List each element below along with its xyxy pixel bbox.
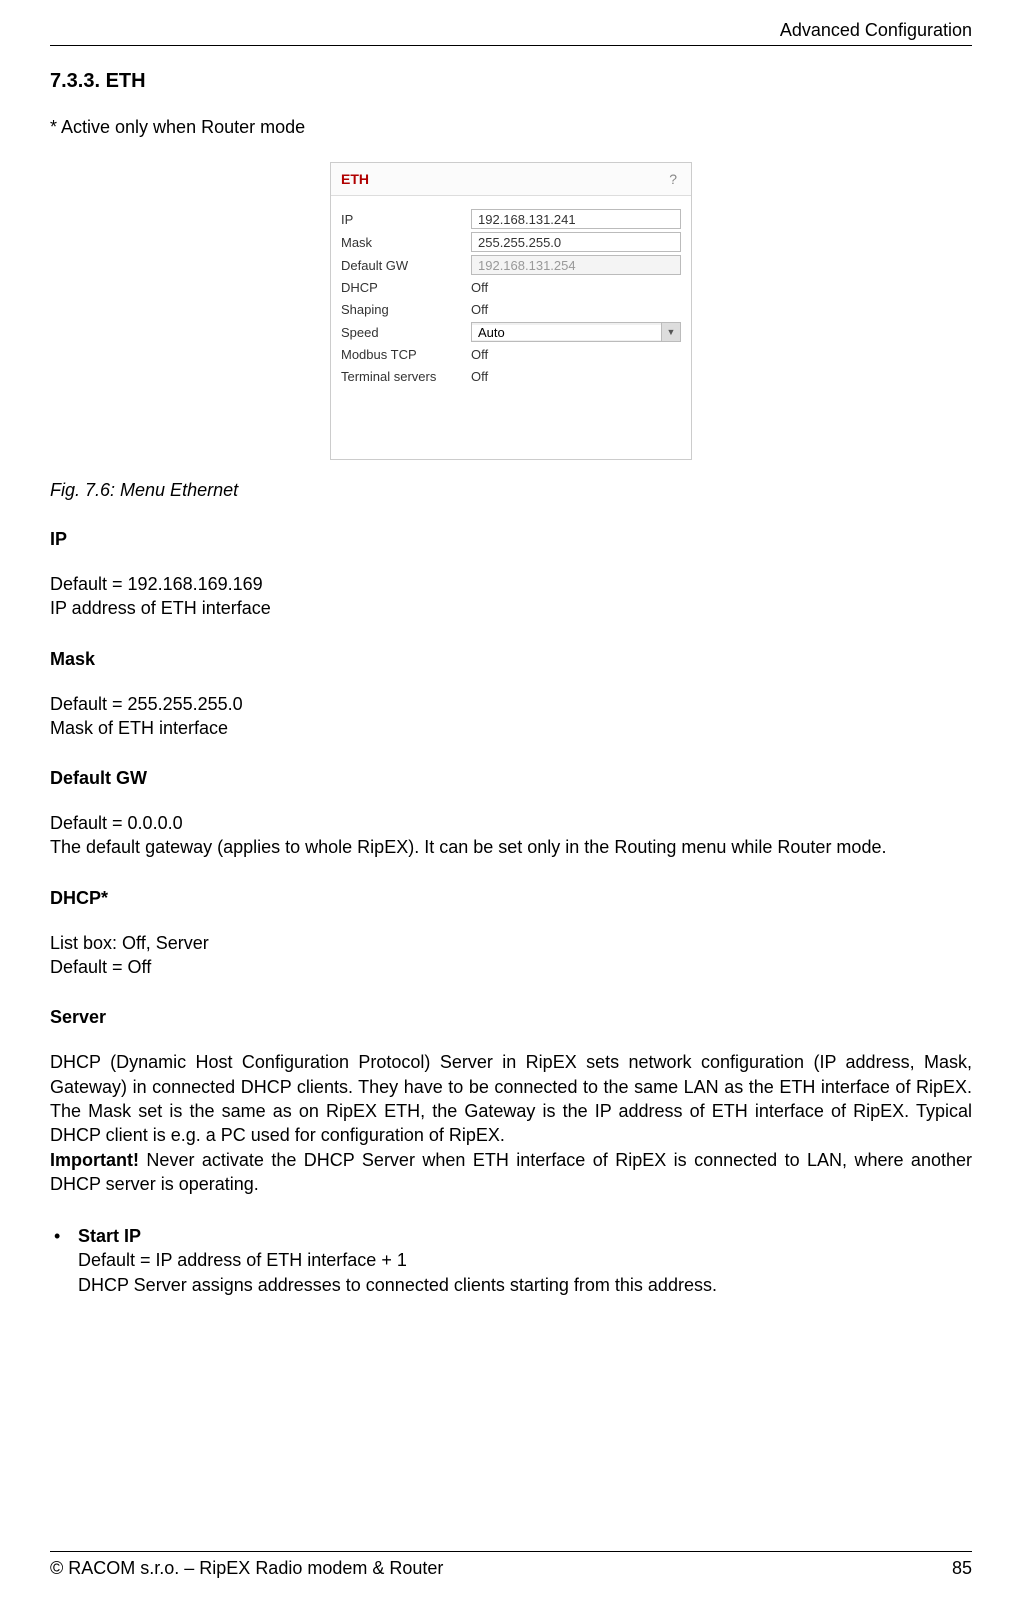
eth-value-modbus[interactable]: Off [471, 345, 681, 364]
eth-panel: ETH ? IP Mask Default GW DHCP Of [330, 162, 692, 460]
start-ip-heading: Start IP [78, 1226, 141, 1246]
eth-input-ip[interactable] [471, 209, 681, 229]
start-ip-body: Default = IP address of ETH interface + … [78, 1250, 717, 1294]
eth-row-speed: Speed Auto ▼ [341, 322, 681, 342]
eth-label-dhcp: DHCP [341, 280, 471, 295]
eth-value-terminal[interactable]: Off [471, 367, 681, 386]
field-heading-ip: IP [50, 529, 972, 550]
server-description: DHCP (Dynamic Host Configuration Protoco… [50, 1052, 972, 1145]
eth-row-modbus: Modbus TCP Off [341, 345, 681, 364]
eth-label-ip: IP [341, 212, 471, 227]
field-body-default-gw: Default = 0.0.0.0The default gateway (ap… [50, 811, 972, 860]
page-number: 85 [952, 1558, 972, 1579]
eth-value-dhcp[interactable]: Off [471, 278, 681, 297]
server-important-text: Never activate the DHCP Server when ETH … [50, 1150, 972, 1194]
eth-label-modbus: Modbus TCP [341, 347, 471, 362]
eth-row-terminal: Terminal servers Off [341, 367, 681, 386]
figure-caption: Fig. 7.6: Menu Ethernet [50, 480, 972, 501]
bottom-horizontal-rule [50, 1551, 972, 1552]
server-important-label: Important! [50, 1150, 139, 1170]
help-icon[interactable]: ? [665, 171, 681, 187]
list-item-start-ip: Start IP Default = IP address of ETH int… [50, 1224, 972, 1297]
eth-row-shaping: Shaping Off [341, 300, 681, 319]
field-heading-server: Server [50, 1007, 972, 1028]
field-body-ip: Default = 192.168.169.169IP address of E… [50, 572, 972, 621]
top-horizontal-rule [50, 45, 972, 46]
field-heading-dhcp: DHCP* [50, 888, 972, 909]
eth-input-mask[interactable] [471, 232, 681, 252]
eth-label-terminal: Terminal servers [341, 369, 471, 384]
footer-copyright: © RACOM s.r.o. – RipEX Radio modem & Rou… [50, 1558, 443, 1579]
field-heading-default-gw: Default GW [50, 768, 972, 789]
field-body-dhcp: List box: Off, ServerDefault = Off [50, 931, 972, 980]
eth-value-shaping[interactable]: Off [471, 300, 681, 319]
eth-label-default-gw: Default GW [341, 258, 471, 273]
eth-row-ip: IP [341, 209, 681, 229]
eth-label-mask: Mask [341, 235, 471, 250]
field-heading-mask: Mask [50, 649, 972, 670]
eth-label-speed: Speed [341, 325, 471, 340]
eth-select-speed-text: Auto [472, 325, 661, 340]
eth-input-default-gw [471, 255, 681, 275]
eth-panel-header: ETH ? [331, 163, 691, 196]
eth-select-speed[interactable]: Auto ▼ [471, 322, 681, 342]
eth-label-shaping: Shaping [341, 302, 471, 317]
eth-row-default-gw: Default GW [341, 255, 681, 275]
eth-row-dhcp: DHCP Off [341, 278, 681, 297]
section-heading: 7.3.3. ETH [50, 70, 972, 93]
field-body-mask: Default = 255.255.255.0Mask of ETH inter… [50, 692, 972, 741]
eth-row-mask: Mask [341, 232, 681, 252]
field-body-server: DHCP (Dynamic Host Configuration Protoco… [50, 1050, 972, 1196]
section-note: * Active only when Router mode [50, 117, 972, 138]
page-header-title: Advanced Configuration [50, 20, 972, 45]
eth-panel-title: ETH [341, 171, 369, 187]
chevron-down-icon: ▼ [661, 323, 680, 341]
